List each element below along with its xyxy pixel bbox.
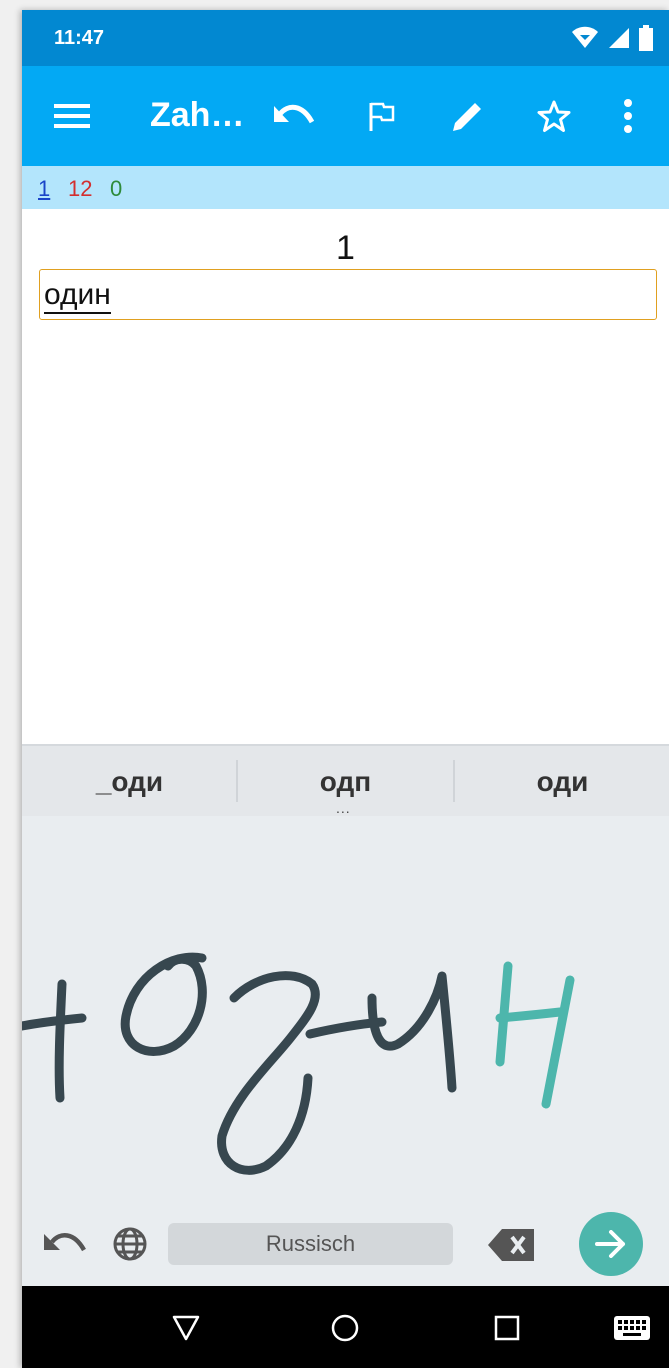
star-icon [537, 100, 571, 132]
home-button[interactable] [325, 1308, 365, 1348]
more-button[interactable] [602, 90, 654, 142]
menu-icon [54, 104, 90, 128]
status-icons [571, 24, 653, 52]
navigation-bar [22, 1286, 669, 1368]
language-spacebar[interactable]: Russisch [168, 1223, 453, 1265]
recents-button[interactable] [487, 1308, 527, 1348]
status-bar: 11:47 [22, 10, 669, 66]
menu-button[interactable] [46, 90, 98, 142]
undo-stroke-icon[interactable] [44, 1230, 86, 1258]
answer-input[interactable]: один [39, 269, 657, 320]
handwriting-pad[interactable] [22, 816, 669, 1206]
backspace-icon[interactable] [488, 1229, 534, 1261]
undo-icon [274, 104, 314, 124]
answer-value: один [44, 278, 111, 314]
back-icon [172, 1315, 200, 1341]
suggestion-strip: _оди одп ... оди [22, 744, 669, 818]
flag-button[interactable] [356, 90, 408, 142]
score-counters: 1 12 0 [22, 166, 669, 209]
star-button[interactable] [528, 90, 580, 142]
counter-wrong: 12 [68, 176, 93, 201]
counter-current[interactable]: 1 [38, 176, 50, 202]
app-title[interactable]: Zah… [150, 96, 244, 135]
suggestion-3[interactable]: оди [455, 746, 669, 818]
edit-icon [453, 103, 481, 131]
counter-right: 0 [110, 176, 123, 201]
recents-icon [494, 1315, 520, 1341]
keyboard-icon [614, 1316, 650, 1340]
status-time: 11:47 [54, 27, 105, 49]
signal-icon [609, 28, 629, 48]
phone-screen: 11:47 Zah… 1 12 0 1 один _оди одп ... од… [22, 10, 669, 1368]
battery-icon [639, 25, 653, 51]
arrow-right-icon [595, 1230, 625, 1258]
handwriting-strokes [22, 952, 575, 1175]
flag-icon [369, 102, 395, 131]
wifi-icon [572, 26, 598, 48]
home-icon [331, 1314, 359, 1342]
question-text: 1 [336, 229, 355, 267]
back-button[interactable] [166, 1308, 206, 1348]
more-suggestions-indicator[interactable]: ... [336, 800, 351, 816]
suggestion-1[interactable]: _оди [22, 746, 237, 818]
edit-button[interactable] [442, 90, 494, 142]
globe-icon[interactable] [112, 1226, 148, 1262]
quiz-content: 1 один [22, 209, 669, 744]
undo-button[interactable] [268, 90, 320, 142]
app-bar: Zah… [22, 66, 669, 166]
more-vert-icon [624, 99, 632, 133]
keyboard-bottom-bar: Russisch [22, 1206, 669, 1286]
keyboard-switch-button[interactable] [612, 1308, 652, 1348]
enter-button[interactable] [579, 1212, 643, 1276]
